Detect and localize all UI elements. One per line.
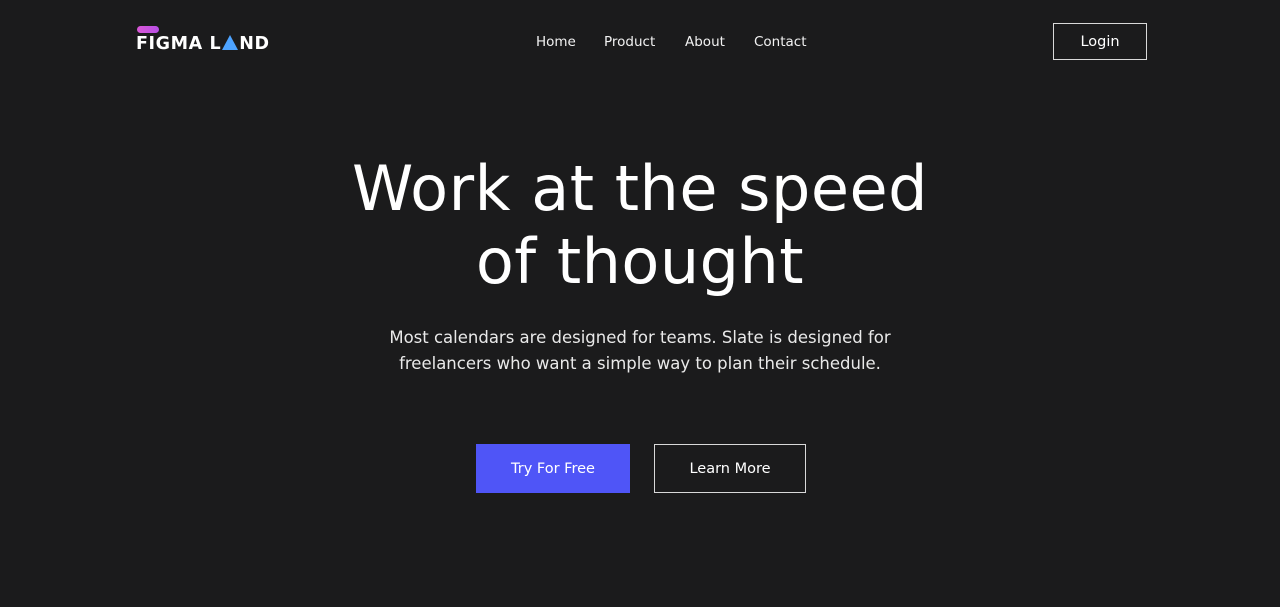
nav-link-contact[interactable]: Contact: [754, 33, 807, 51]
hero-subtitle-line-2: freelancers who want a simple way to pla…: [399, 354, 881, 373]
try-for-free-button[interactable]: Try For Free: [476, 444, 630, 493]
hero-title: Work at the speed of thought: [0, 152, 1280, 298]
logo-triangle-icon: [222, 35, 239, 50]
nav-link-about[interactable]: About: [685, 33, 725, 51]
login-button[interactable]: Login: [1053, 23, 1147, 60]
hero-title-line-1: Work at the speed: [352, 152, 928, 225]
logo-accent-bar: [137, 26, 159, 33]
brand-logo[interactable]: FIGMA L ND: [136, 26, 286, 56]
learn-more-button[interactable]: Learn More: [654, 444, 806, 493]
nav-link-product[interactable]: Product: [604, 33, 655, 51]
hero-subtitle-line-1: Most calendars are designed for teams. S…: [389, 328, 891, 347]
logo-wordmark: FIGMA L ND: [136, 34, 270, 54]
nav-link-home[interactable]: Home: [536, 33, 576, 51]
hero-title-line-2: of thought: [475, 225, 805, 298]
landing-page: FIGMA L ND Home Product About Contact Log…: [0, 0, 1280, 607]
hero-subtitle: Most calendars are designed for teams. S…: [0, 325, 1280, 377]
